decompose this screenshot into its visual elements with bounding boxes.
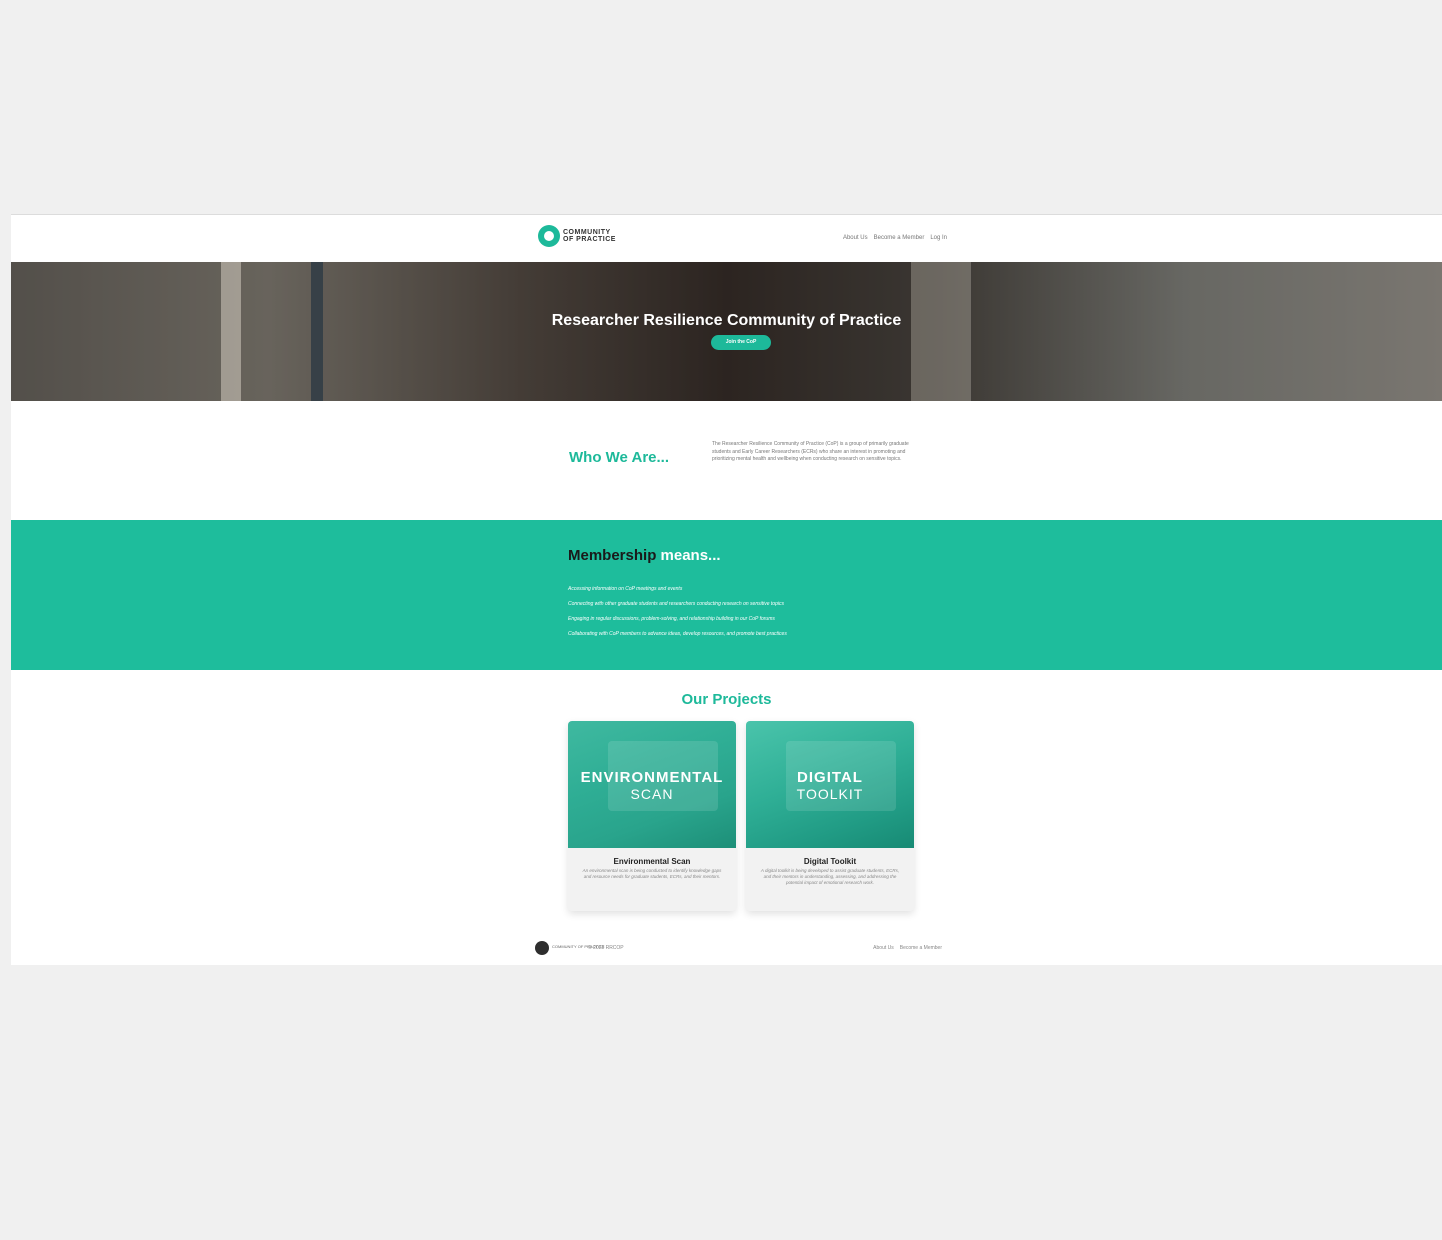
logo-line-1: COMMUNITY: [563, 229, 611, 236]
card-overlay-line-1: DIGITAL: [797, 769, 863, 786]
card-title: Environmental Scan: [613, 857, 691, 866]
top-nav: COMMUNITY OF PRACTICE About Us Become a …: [11, 215, 1442, 262]
project-card-digital-toolkit[interactable]: DIGITAL TOOLKIT Digital Toolkit A digita…: [746, 721, 914, 911]
list-item: Accessing information on CoP meetings an…: [568, 586, 683, 592]
logo-icon: [538, 225, 560, 247]
footer-link-about-us[interactable]: About Us: [873, 945, 894, 951]
footer-copyright: © 2023 RRCOP: [588, 945, 624, 951]
nav-link-become-member[interactable]: Become a Member: [874, 235, 925, 241]
footer-logo-icon[interactable]: [535, 941, 549, 955]
list-item: Connecting with other graduate students …: [568, 601, 784, 607]
membership-title-part-2: means...: [660, 547, 721, 564]
card-image: ENVIRONMENTAL SCAN: [568, 721, 736, 848]
hero-photo-detail: [311, 262, 323, 401]
card-title: Digital Toolkit: [803, 857, 857, 866]
project-card-environmental-scan[interactable]: ENVIRONMENTAL SCAN Environmental Scan An…: [568, 721, 736, 911]
join-cop-button[interactable]: Join the CoP: [711, 335, 771, 350]
footer-link-become-member[interactable]: Become a Member: [900, 945, 942, 951]
hero-photo-detail: [221, 262, 241, 401]
membership-title: Membership means...: [568, 547, 721, 564]
list-item: Collaborating with CoP members to advanc…: [568, 631, 787, 637]
who-we-are-text: The Researcher Resilience Community of P…: [712, 441, 909, 462]
card-image: DIGITAL TOOLKIT: [746, 721, 914, 848]
site-footer: COMMUNITY OF PRACTICE © 2023 RRCOP About…: [11, 933, 1442, 965]
membership-title-part-1: Membership: [568, 547, 657, 564]
membership-section: Membership means... Accessing informatio…: [11, 520, 1442, 670]
our-projects-title: Our Projects: [681, 691, 772, 708]
card-description: An environmental scan is being conducted…: [582, 868, 722, 879]
card-overlay-line-2: TOOLKIT: [796, 786, 864, 802]
who-we-are-section: Who We Are... The Researcher Resilience …: [11, 401, 1442, 520]
page-container: COMMUNITY OF PRACTICE About Us Become a …: [11, 214, 1442, 965]
nav-links: About Us Become a Member Log In: [843, 235, 947, 241]
list-item: Engaging in regular discussions, problem…: [568, 616, 775, 622]
logo-line-2: OF PRACTICE: [563, 236, 616, 243]
card-description: A digital toolkit is being developed to …: [760, 868, 900, 885]
hero-title: Researcher Resilience Community of Pract…: [551, 312, 902, 329]
card-overlay-line-2: SCAN: [630, 786, 674, 802]
card-overlay-line-1: ENVIRONMENTAL: [580, 769, 724, 786]
footer-links: About Us Become a Member: [873, 945, 942, 951]
membership-benefits-list: Accessing information on CoP meetings an…: [568, 586, 787, 646]
who-we-are-title: Who We Are...: [569, 449, 670, 466]
hero-banner: Researcher Resilience Community of Pract…: [11, 262, 1442, 401]
nav-link-about-us[interactable]: About Us: [843, 235, 868, 241]
site-logo[interactable]: COMMUNITY OF PRACTICE: [538, 225, 616, 247]
hero-photo-detail: [911, 262, 971, 401]
nav-link-log-in[interactable]: Log In: [930, 235, 947, 241]
